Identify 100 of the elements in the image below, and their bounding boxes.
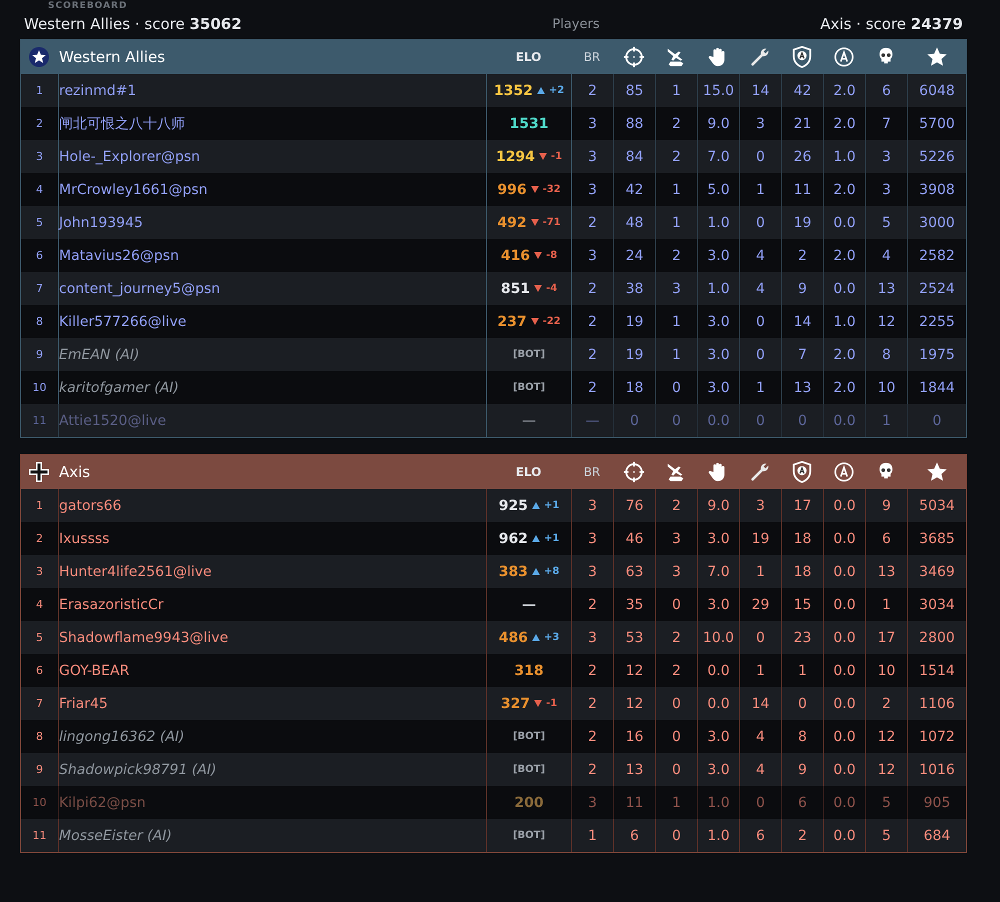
stat-value: 42 — [626, 182, 644, 198]
stat-value: 13 — [794, 380, 812, 396]
rank-number: 2 — [36, 532, 43, 545]
stat-value: 1.0 — [707, 828, 730, 844]
elo-rating: — — [522, 412, 536, 428]
stat-value: 1.0 — [707, 794, 730, 810]
player-name: Ixussss — [59, 530, 110, 546]
stat-value: 1 — [588, 828, 597, 844]
stat-value: 0 — [756, 346, 765, 362]
stat-value: 1.0 — [707, 214, 730, 230]
stat-value: 1016 — [919, 762, 955, 778]
rank-number: 1 — [36, 499, 43, 512]
stat-value: 3 — [882, 148, 891, 164]
stat-value: 2.0 — [833, 380, 856, 396]
stat-value: 0 — [672, 762, 681, 778]
player-name: Matavius26@psn — [59, 248, 179, 264]
stat-value: 18 — [794, 530, 812, 546]
column-header: BR — [582, 50, 602, 64]
stat-value: 3 — [588, 182, 597, 198]
stat-value: 63 — [626, 564, 644, 580]
elo-change: +1 — [544, 533, 560, 544]
stat-value: 10 — [878, 662, 896, 678]
stat-value: 4 — [756, 280, 765, 296]
stat-value: 0.0 — [833, 530, 856, 546]
stat-value: 3 — [588, 148, 597, 164]
stat-value: 2 — [588, 728, 597, 744]
elo-rating: 486 — [498, 630, 528, 646]
stat-value: 2.0 — [833, 248, 856, 264]
rank-number: 2 — [36, 117, 43, 130]
stat-value: 7 — [882, 116, 891, 132]
stat-value: 1 — [672, 314, 681, 330]
player-name: ErasazoristicCr — [59, 596, 164, 612]
stat-value: 5700 — [919, 116, 955, 132]
stat-value: 8 — [798, 728, 807, 744]
stat-value: 17 — [794, 498, 812, 514]
rank-number: 7 — [36, 697, 43, 710]
rank-number: 3 — [36, 565, 43, 578]
elo-rating: 416 — [500, 248, 530, 264]
stat-value: 3 — [588, 116, 597, 132]
stat-value: 2 — [798, 248, 807, 264]
elo-rating: 200 — [514, 794, 544, 810]
stat-value: 12 — [878, 314, 896, 330]
stat-value: 2 — [672, 148, 681, 164]
rank-number: 8 — [36, 315, 43, 328]
stat-value: 0.0 — [833, 214, 856, 230]
stat-value: 4 — [756, 248, 765, 264]
stat-value: 2 — [588, 82, 597, 98]
stat-value: 0.0 — [833, 630, 856, 646]
stat-value: 2255 — [919, 314, 955, 330]
stat-value: 1 — [756, 662, 765, 678]
stat-value: 6 — [882, 82, 891, 98]
rank-number: 3 — [36, 150, 43, 163]
stat-value: 0 — [672, 412, 681, 428]
player-name: Hunter4life2561@live — [59, 564, 212, 580]
column-header: ELO — [514, 50, 542, 64]
crosshair-icon — [623, 461, 645, 483]
elo-change: -22 — [542, 316, 561, 327]
stat-value: 684 — [924, 828, 950, 844]
stat-value: 2 — [588, 380, 597, 396]
stat-value: 35 — [626, 596, 644, 612]
elo-rating: — — [522, 596, 536, 612]
stat-value: 3 — [882, 182, 891, 198]
stat-value: 10 — [878, 380, 896, 396]
stat-value: 3 — [588, 248, 597, 264]
stat-value: 1 — [672, 214, 681, 230]
shield-letter-icon — [791, 46, 813, 68]
player-name: Shadowpick98791 (AI) — [59, 762, 216, 778]
stat-value: 1.0 — [833, 314, 856, 330]
stat-value: 2 — [588, 696, 597, 712]
rank-number: 4 — [36, 183, 43, 196]
stat-value: 14 — [752, 696, 770, 712]
player-name: John193945 — [59, 214, 143, 230]
stat-value: 5.0 — [707, 182, 730, 198]
stat-value: 5 — [882, 794, 891, 810]
column-header: BR — [582, 465, 602, 479]
stat-value: 0 — [672, 380, 681, 396]
rank-number: 11 — [32, 414, 46, 427]
player-name: MrCrowley1661@psn — [59, 182, 208, 198]
stat-value: 0.0 — [833, 412, 856, 428]
stat-value: 1514 — [919, 662, 955, 678]
rank-number: 10 — [32, 381, 46, 394]
player-name: karitofgamer (AI) — [59, 380, 179, 396]
elo-rating: [BOT] — [512, 764, 546, 775]
stat-value: 1 — [672, 182, 681, 198]
stat-value: 12 — [878, 762, 896, 778]
stat-value: 3469 — [919, 564, 955, 580]
stat-value: 3.0 — [707, 596, 730, 612]
stat-value: 2 — [672, 630, 681, 646]
stat-value: 3.0 — [707, 248, 730, 264]
player-name: Attie1520@live — [59, 412, 166, 428]
stat-value: 7 — [798, 346, 807, 362]
elo-rating: [BOT] — [512, 382, 546, 393]
stat-value: 9 — [798, 280, 807, 296]
stat-value: 1.0 — [707, 280, 730, 296]
rank-number: 9 — [36, 763, 43, 776]
stat-value: 19 — [626, 314, 644, 330]
stat-value: 2582 — [919, 248, 955, 264]
stat-value: 14 — [752, 82, 770, 98]
stat-value: 2.0 — [833, 182, 856, 198]
elo-rating: [BOT] — [512, 731, 546, 742]
